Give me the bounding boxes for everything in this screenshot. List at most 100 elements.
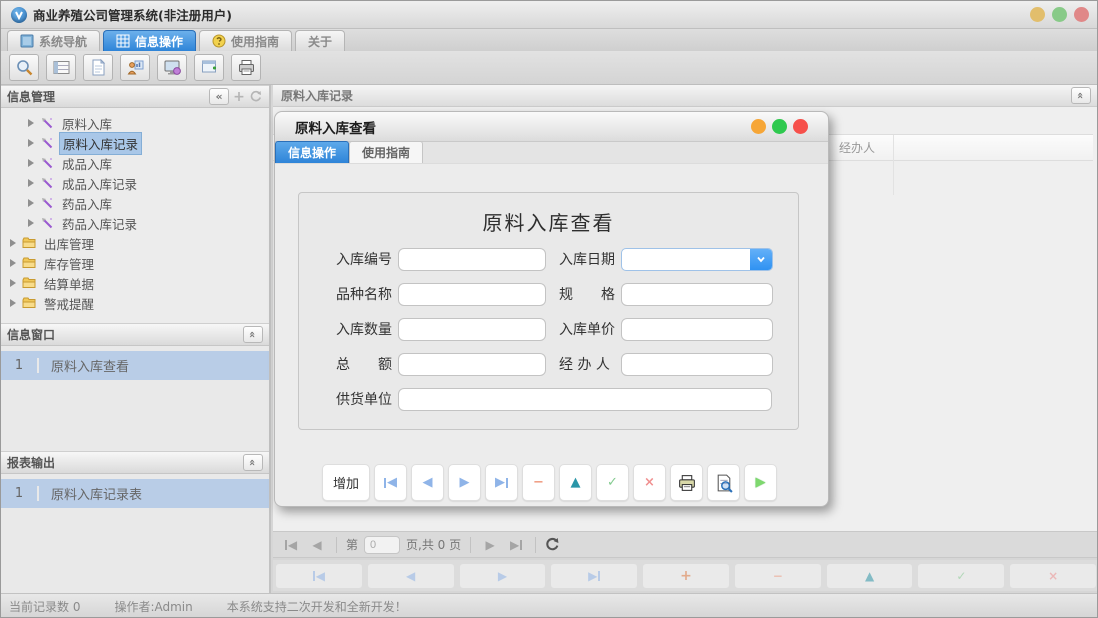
dialog-tab-info-operate[interactable]: 信息操作 [275,141,349,163]
tab-user-guide[interactable]: 使用指南 [199,30,292,51]
grid-confirm-button[interactable]: ✓ [917,563,1005,589]
expand-arrow-icon[interactable] [28,159,34,167]
dialog-maximize-button[interactable] [772,119,787,134]
expand-arrow-icon[interactable] [10,239,16,247]
refresh-page-button[interactable] [545,537,560,552]
field-label-supplier: 供货单位 [336,389,398,409]
maximize-button[interactable] [1052,7,1067,22]
tree-item-settlement[interactable]: 结算单据 [1,273,269,293]
dialog-close-button[interactable] [793,119,808,134]
document-icon [89,58,108,77]
tree-item-medicine-in-records[interactable]: 药品入库记录 [1,213,269,233]
user-report-button[interactable] [120,54,150,81]
window-add-button[interactable] [194,54,224,81]
prev-page-button[interactable]: ◀ [307,535,327,555]
expand-arrow-icon[interactable] [28,119,34,127]
dialog-tab-user-guide[interactable]: 使用指南 [349,141,423,163]
divider [535,537,536,553]
next-record-button[interactable]: ▶ [448,464,481,501]
delete-record-button[interactable]: − [522,464,555,501]
title-bar: 商业养殖公司管理系统(非注册用户) [1,1,1098,29]
edit-record-button[interactable]: ▲ [559,464,592,501]
table-view-button[interactable] [46,54,76,81]
first-record-button[interactable]: ◀ [374,464,407,501]
collapse-panel-button[interactable]: « [209,88,229,105]
tab-system-nav[interactable]: 系统导航 [7,30,100,51]
field-label-inbound-no: 入库编号 [336,249,398,269]
grid-next-button[interactable]: ▶ [459,563,547,589]
document-button[interactable] [83,54,113,81]
date-dropdown-button[interactable] [750,249,772,270]
expand-arrow-icon[interactable] [28,179,34,187]
column-divider [893,135,894,195]
quantity-input[interactable] [398,318,546,341]
last-record-button[interactable]: ▶ [485,464,518,501]
grid-cancel-button[interactable]: × [1009,563,1097,589]
operator-label: 操作者:Admin [114,598,192,615]
collapse-up-button[interactable]: « [243,326,263,343]
unit-price-input[interactable] [621,318,773,341]
expand-arrow-icon[interactable] [10,279,16,287]
collapse-up-button[interactable]: « [243,454,263,471]
tree-item-inventory[interactable]: 库存管理 [1,253,269,273]
inbound-no-input[interactable] [398,248,546,271]
grid-last-button[interactable]: ▶ [550,563,638,589]
grid-prev-button[interactable]: ◀ [367,563,455,589]
tree-item-product-in-records[interactable]: 成品入库记录 [1,173,269,193]
spec-input[interactable] [621,283,773,306]
printer-button[interactable] [231,54,261,81]
grid-delete-button[interactable]: − [734,563,822,589]
handler-input[interactable] [621,353,773,376]
grid-edit-button[interactable]: ▲ [826,563,914,589]
tree-item-product-in[interactable]: 成品入库 [1,153,269,173]
add-icon[interactable]: + [232,89,246,105]
print-preview-button[interactable] [707,464,740,501]
tree-item-raw-in[interactable]: 原料入库 [1,113,269,133]
expand-arrow-icon[interactable] [28,219,34,227]
collapse-up-button[interactable]: « [1071,87,1091,104]
variety-input[interactable] [398,283,546,306]
first-page-button[interactable]: ◀ [281,535,301,555]
printer-icon [237,58,256,77]
tree-item-medicine-in[interactable]: 药品入库 [1,193,269,213]
folder-icon [22,276,36,290]
info-window-row[interactable]: 1 原料入库查看 [1,351,269,380]
prev-record-button[interactable]: ◀ [411,464,444,501]
confirm-button[interactable]: ✓ [596,464,629,501]
expand-arrow-icon[interactable] [28,139,34,147]
content-header: 原料入库记录 « [273,85,1098,107]
refresh-icon[interactable] [249,90,263,103]
tree-item-raw-in-records[interactable]: 原料入库记录 [1,133,269,153]
run-button[interactable]: ▶ [744,464,777,501]
tab-info-operate[interactable]: 信息操作 [103,30,196,51]
status-bar: 当前记录数 0 操作者:Admin 本系统支持二次开发和全新开发！ [1,593,1098,618]
total-input[interactable] [398,353,546,376]
last-page-button[interactable]: ▶ [506,535,526,555]
dialog-title: 原料入库查看 [295,117,376,137]
tree-item-outbound[interactable]: 出库管理 [1,233,269,253]
grid-first-button[interactable]: ◀ [275,563,363,589]
print-button[interactable] [670,464,703,501]
next-page-button[interactable]: ▶ [480,535,500,555]
expand-arrow-icon[interactable] [10,299,16,307]
cancel-button[interactable]: × [633,464,666,501]
grid-add-button[interactable]: + [642,563,730,589]
monitor-button[interactable] [157,54,187,81]
page-number-input[interactable] [364,536,400,554]
expand-arrow-icon[interactable] [28,199,34,207]
add-record-button[interactable]: 增加 [322,464,370,501]
tree-item-alert[interactable]: 警戒提醒 [1,293,269,313]
tab-about[interactable]: 关于 [295,30,345,51]
dialog-title-bar[interactable]: 原料入库查看 [275,112,828,142]
search-icon [15,58,34,77]
monitor-globe-icon [163,58,182,77]
close-button[interactable] [1074,7,1089,22]
window-title: 商业养殖公司管理系统(非注册用户) [33,5,232,24]
supplier-input[interactable] [398,388,772,411]
minimize-button[interactable] [1030,7,1045,22]
report-output-row[interactable]: 1 原料入库记录表 [1,479,269,508]
search-button[interactable] [9,54,39,81]
divider [336,537,337,553]
expand-arrow-icon[interactable] [10,259,16,267]
dialog-minimize-button[interactable] [751,119,766,134]
